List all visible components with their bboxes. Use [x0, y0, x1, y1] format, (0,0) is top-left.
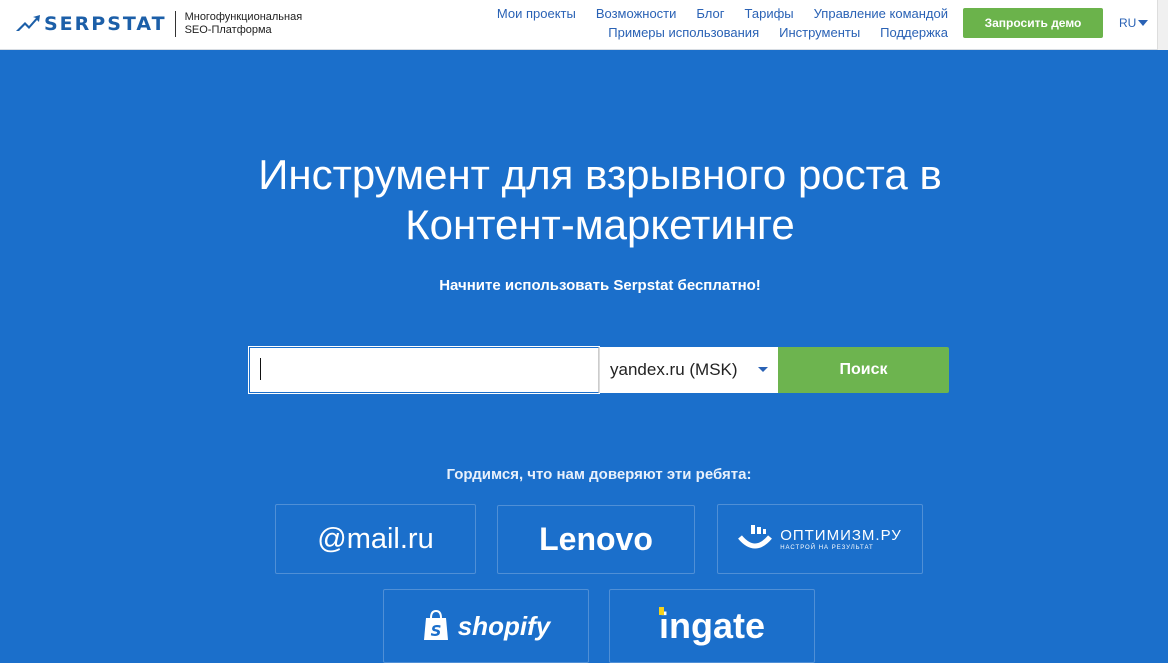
- text-cursor: [260, 358, 261, 380]
- shopify-logo-text: shopify: [457, 610, 551, 641]
- optimizm-logo: ОПТИМИЗМ.РУ НАСТРОЙ НА РЕЗУЛЬТАТ: [738, 525, 902, 553]
- nav-pricing[interactable]: Тарифы: [745, 6, 794, 21]
- nav-tools[interactable]: Инструменты: [779, 25, 860, 40]
- search-engine-select[interactable]: yandex.ru (MSK): [599, 347, 778, 393]
- language-label: RU: [1119, 16, 1137, 30]
- ingate-logo: ingate: [658, 605, 765, 647]
- ingate-logo-text: ingate: [658, 605, 765, 646]
- nav-row-2: Примеры использования Инструменты Поддер…: [608, 25, 948, 40]
- lenovo-logo-text: Lenovo: [539, 521, 653, 557]
- logo-text: SERPSTAT: [44, 13, 167, 35]
- search-bar: yandex.ru (MSK) Поиск: [248, 346, 949, 394]
- hero-title-line-2: Контент-маркетинге: [405, 201, 795, 248]
- optimizm-name: ОПТИМИЗМ.РУ: [780, 527, 902, 544]
- hero-title: Инструмент для взрывного роста в Контент…: [0, 150, 1168, 250]
- hero-subtitle: Начните использовать Serpstat бесплатно!: [439, 277, 761, 294]
- request-demo-button[interactable]: Запросить демо: [963, 8, 1103, 38]
- client-logo-shopify: S shopify: [383, 589, 589, 663]
- search-button[interactable]: Поиск: [778, 347, 949, 393]
- tagline-line-1: Многофункциональная: [184, 11, 303, 23]
- svg-text:S: S: [430, 622, 441, 640]
- chevron-down-icon: [758, 367, 768, 372]
- client-logo-mail: @mail.ru: [275, 504, 476, 574]
- language-selector[interactable]: RU: [1119, 16, 1149, 30]
- nav-team-management[interactable]: Управление командой: [814, 6, 948, 21]
- nav-use-cases[interactable]: Примеры использования: [608, 25, 759, 40]
- logo-divider: [174, 11, 176, 37]
- logo-arrow-icon: [16, 15, 40, 31]
- optimizm-tagline: НАСТРОЙ НА РЕЗУЛЬТАТ: [780, 545, 874, 551]
- shopify-logo: S shopify: [422, 610, 550, 642]
- client-logo-lenovo: Lenovo: [497, 505, 695, 574]
- optimizm-text-block: ОПТИМИЗМ.РУ НАСТРОЙ НА РЕЗУЛЬТАТ: [780, 527, 902, 551]
- nav-row-1: Мои проекты Возможности Блог Тарифы Упра…: [497, 6, 948, 21]
- site-header: SERPSTAT Многофункциональная SEO-Платфор…: [0, 0, 1168, 50]
- serpstat-logo[interactable]: SERPSTAT Многофункциональная SEO-Платфор…: [16, 11, 303, 37]
- client-logo-optimizm: ОПТИМИЗМ.РУ НАСТРОЙ НА РЕЗУЛЬТАТ: [717, 504, 923, 574]
- nav-blog[interactable]: Блог: [696, 6, 724, 21]
- trust-heading: Гордимся, что нам доверяют эти ребята:: [446, 466, 752, 483]
- search-engine-value: yandex.ru (MSK): [610, 360, 738, 379]
- nav-features[interactable]: Возможности: [596, 6, 677, 21]
- tagline-line-2: SEO-Платформа: [184, 24, 272, 36]
- hero-title-line-1: Инструмент для взрывного роста в: [258, 151, 942, 198]
- nav-my-projects[interactable]: Мои проекты: [497, 6, 576, 21]
- search-input-wrap: [248, 346, 600, 394]
- mail-logo-text: @mail.ru: [317, 522, 434, 555]
- client-logo-ingate: ingate: [609, 589, 815, 663]
- caret-down-icon: [1138, 20, 1149, 26]
- optimizm-smile-icon: [738, 525, 773, 549]
- search-input[interactable]: [248, 346, 600, 394]
- ingate-accent-mark: [658, 607, 664, 615]
- scrollbar[interactable]: [1157, 0, 1168, 50]
- nav-support[interactable]: Поддержка: [880, 25, 948, 40]
- logo-tagline: Многофункциональная SEO-Платформа: [185, 11, 303, 37]
- shopping-bag-icon: S: [423, 610, 448, 640]
- main-nav: Мои проекты Возможности Блог Тарифы Упра…: [497, 6, 948, 40]
